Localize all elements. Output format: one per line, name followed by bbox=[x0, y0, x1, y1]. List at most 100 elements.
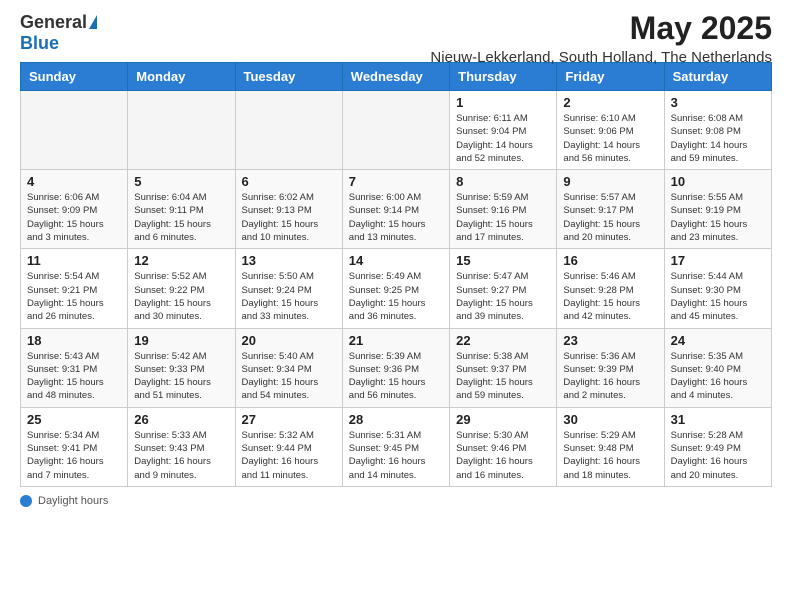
calendar-cell: 30 Sunrise: 5:29 AM Sunset: 9:48 PM Dayli… bbox=[557, 407, 664, 486]
calendar-cell: 14 Sunrise: 5:49 AM Sunset: 9:25 PM Dayli… bbox=[342, 249, 449, 328]
logo-general-text: General bbox=[20, 12, 87, 33]
footer: Daylight hours bbox=[0, 487, 792, 515]
calendar-header-saturday: Saturday bbox=[664, 63, 771, 91]
calendar-cell: 11Sunrise: 5:54 AM Sunset: 9:21 PM Dayli… bbox=[21, 249, 128, 328]
calendar-header-monday: Monday bbox=[128, 63, 235, 91]
day-number: 11 bbox=[27, 253, 121, 268]
calendar-cell: 13Sunrise: 5:50 AM Sunset: 9:24 PM Dayli… bbox=[235, 249, 342, 328]
logo-blue-text: Blue bbox=[20, 33, 59, 54]
day-number: 26 bbox=[134, 412, 228, 427]
day-number: 17 bbox=[671, 253, 765, 268]
day-info: Sunrise: 5:42 AM Sunset: 9:33 PM Dayligh… bbox=[134, 350, 228, 403]
page-title: May 2025 bbox=[430, 10, 772, 47]
header: General Blue May 2025 Nieuw-Lekkerland, … bbox=[0, 0, 792, 62]
calendar-header-sunday: Sunday bbox=[21, 63, 128, 91]
calendar-cell: 1Sunrise: 6:11 AM Sunset: 9:04 PM Daylig… bbox=[450, 91, 557, 170]
title-block: May 2025 Nieuw-Lekkerland, South Holland… bbox=[430, 10, 772, 66]
calendar-week-row: 1Sunrise: 6:11 AM Sunset: 9:04 PM Daylig… bbox=[21, 91, 772, 170]
calendar-cell: 18 Sunrise: 5:43 AM Sunset: 9:31 PM Dayli… bbox=[21, 328, 128, 407]
day-number: 25 bbox=[27, 412, 121, 427]
calendar-cell: 6Sunrise: 6:02 AM Sunset: 9:13 PM Daylig… bbox=[235, 170, 342, 249]
day-info: Sunrise: 5:32 AM Sunset: 9:44 PM Dayligh… bbox=[242, 429, 336, 482]
day-info: Sunrise: 5:39 AM Sunset: 9:36 PM Dayligh… bbox=[349, 350, 443, 403]
day-info: Sunrise: 5:57 AM Sunset: 9:17 PM Dayligh… bbox=[563, 191, 657, 244]
day-info: Sunrise: 6:10 AM Sunset: 9:06 PM Dayligh… bbox=[563, 112, 657, 165]
day-info: Sunrise: 5:59 AM Sunset: 9:16 PM Dayligh… bbox=[456, 191, 550, 244]
logo-triangle-icon bbox=[89, 15, 97, 29]
day-number: 30 bbox=[563, 412, 657, 427]
day-info: Sunrise: 6:04 AM Sunset: 9:11 PM Dayligh… bbox=[134, 191, 228, 244]
day-number: 31 bbox=[671, 412, 765, 427]
calendar-cell bbox=[235, 91, 342, 170]
calendar-cell: 8 Sunrise: 5:59 AM Sunset: 9:16 PM Daylig… bbox=[450, 170, 557, 249]
day-number: 16 bbox=[563, 253, 657, 268]
day-number: 4 bbox=[27, 174, 121, 189]
day-info: Sunrise: 5:28 AM Sunset: 9:49 PM Dayligh… bbox=[671, 429, 765, 482]
calendar-table: SundayMondayTuesdayWednesdayThursdayFrid… bbox=[20, 62, 772, 487]
calendar-cell: 23Sunrise: 5:36 AM Sunset: 9:39 PM Dayli… bbox=[557, 328, 664, 407]
day-info: Sunrise: 6:11 AM Sunset: 9:04 PM Dayligh… bbox=[456, 112, 550, 165]
calendar-cell: 28Sunrise: 5:31 AM Sunset: 9:45 PM Dayli… bbox=[342, 407, 449, 486]
calendar-cell: 5 Sunrise: 6:04 AM Sunset: 9:11 PM Daylig… bbox=[128, 170, 235, 249]
day-number: 14 bbox=[349, 253, 443, 268]
calendar-cell bbox=[342, 91, 449, 170]
day-number: 29 bbox=[456, 412, 550, 427]
calendar-week-row: 11Sunrise: 5:54 AM Sunset: 9:21 PM Dayli… bbox=[21, 249, 772, 328]
calendar-cell: 24 Sunrise: 5:35 AM Sunset: 9:40 PM Dayli… bbox=[664, 328, 771, 407]
calendar-cell: 4 Sunrise: 6:06 AM Sunset: 9:09 PM Daylig… bbox=[21, 170, 128, 249]
day-number: 24 bbox=[671, 333, 765, 348]
day-number: 23 bbox=[563, 333, 657, 348]
day-number: 3 bbox=[671, 95, 765, 110]
day-info: Sunrise: 5:47 AM Sunset: 9:27 PM Dayligh… bbox=[456, 270, 550, 323]
day-number: 18 bbox=[27, 333, 121, 348]
day-number: 12 bbox=[134, 253, 228, 268]
calendar-cell: 31 Sunrise: 5:28 AM Sunset: 9:49 PM Dayli… bbox=[664, 407, 771, 486]
day-number: 7 bbox=[349, 174, 443, 189]
footer-dot-icon bbox=[20, 495, 32, 507]
day-number: 21 bbox=[349, 333, 443, 348]
calendar-cell: 3 Sunrise: 6:08 AM Sunset: 9:08 PM Daylig… bbox=[664, 91, 771, 170]
calendar-cell: 22 Sunrise: 5:38 AM Sunset: 9:37 PM Dayli… bbox=[450, 328, 557, 407]
calendar-header-thursday: Thursday bbox=[450, 63, 557, 91]
day-number: 15 bbox=[456, 253, 550, 268]
calendar-cell: 10 Sunrise: 5:55 AM Sunset: 9:19 PM Dayli… bbox=[664, 170, 771, 249]
calendar-cell bbox=[128, 91, 235, 170]
calendar-week-row: 4 Sunrise: 6:06 AM Sunset: 9:09 PM Daylig… bbox=[21, 170, 772, 249]
day-info: Sunrise: 5:49 AM Sunset: 9:25 PM Dayligh… bbox=[349, 270, 443, 323]
day-number: 22 bbox=[456, 333, 550, 348]
calendar-cell: 17 Sunrise: 5:44 AM Sunset: 9:30 PM Dayli… bbox=[664, 249, 771, 328]
day-number: 10 bbox=[671, 174, 765, 189]
day-number: 8 bbox=[456, 174, 550, 189]
day-info: Sunrise: 5:46 AM Sunset: 9:28 PM Dayligh… bbox=[563, 270, 657, 323]
calendar-cell: 20Sunrise: 5:40 AM Sunset: 9:34 PM Dayli… bbox=[235, 328, 342, 407]
calendar-cell: 19 Sunrise: 5:42 AM Sunset: 9:33 PM Dayli… bbox=[128, 328, 235, 407]
day-info: Sunrise: 5:35 AM Sunset: 9:40 PM Dayligh… bbox=[671, 350, 765, 403]
day-info: Sunrise: 5:44 AM Sunset: 9:30 PM Dayligh… bbox=[671, 270, 765, 323]
calendar-cell: 12Sunrise: 5:52 AM Sunset: 9:22 PM Dayli… bbox=[128, 249, 235, 328]
day-number: 27 bbox=[242, 412, 336, 427]
calendar-header-friday: Friday bbox=[557, 63, 664, 91]
day-info: Sunrise: 6:02 AM Sunset: 9:13 PM Dayligh… bbox=[242, 191, 336, 244]
calendar-header-tuesday: Tuesday bbox=[235, 63, 342, 91]
day-info: Sunrise: 5:50 AM Sunset: 9:24 PM Dayligh… bbox=[242, 270, 336, 323]
day-info: Sunrise: 5:55 AM Sunset: 9:19 PM Dayligh… bbox=[671, 191, 765, 244]
calendar-cell: 25Sunrise: 5:34 AM Sunset: 9:41 PM Dayli… bbox=[21, 407, 128, 486]
calendar-cell: 7Sunrise: 6:00 AM Sunset: 9:14 PM Daylig… bbox=[342, 170, 449, 249]
day-info: Sunrise: 5:29 AM Sunset: 9:48 PM Dayligh… bbox=[563, 429, 657, 482]
day-info: Sunrise: 5:38 AM Sunset: 9:37 PM Dayligh… bbox=[456, 350, 550, 403]
calendar-week-row: 18 Sunrise: 5:43 AM Sunset: 9:31 PM Dayli… bbox=[21, 328, 772, 407]
day-number: 5 bbox=[134, 174, 228, 189]
calendar-cell: 27 Sunrise: 5:32 AM Sunset: 9:44 PM Dayli… bbox=[235, 407, 342, 486]
logo: General Blue bbox=[20, 12, 97, 54]
calendar-cell bbox=[21, 91, 128, 170]
day-number: 2 bbox=[563, 95, 657, 110]
calendar-week-row: 25Sunrise: 5:34 AM Sunset: 9:41 PM Dayli… bbox=[21, 407, 772, 486]
calendar-cell: 26 Sunrise: 5:33 AM Sunset: 9:43 PM Dayli… bbox=[128, 407, 235, 486]
day-info: Sunrise: 6:06 AM Sunset: 9:09 PM Dayligh… bbox=[27, 191, 121, 244]
day-info: Sunrise: 5:43 AM Sunset: 9:31 PM Dayligh… bbox=[27, 350, 121, 403]
day-number: 19 bbox=[134, 333, 228, 348]
day-info: Sunrise: 6:08 AM Sunset: 9:08 PM Dayligh… bbox=[671, 112, 765, 165]
footer-label: Daylight hours bbox=[38, 495, 108, 507]
day-info: Sunrise: 5:40 AM Sunset: 9:34 PM Dayligh… bbox=[242, 350, 336, 403]
day-info: Sunrise: 5:33 AM Sunset: 9:43 PM Dayligh… bbox=[134, 429, 228, 482]
